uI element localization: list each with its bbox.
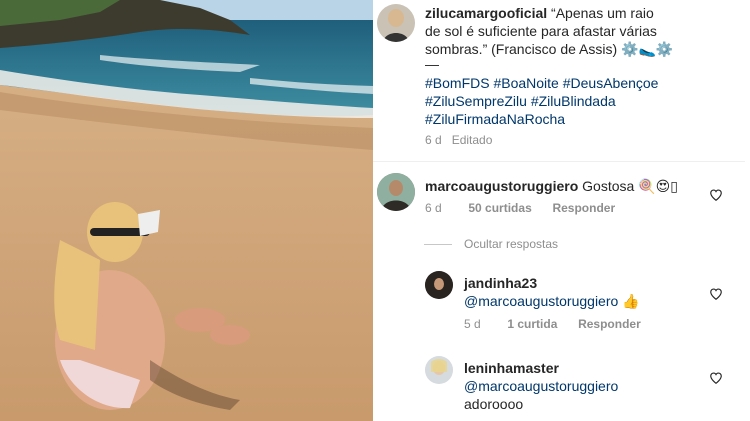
comment1-reply-button[interactable]: Responder bbox=[552, 201, 615, 215]
reply2: leninhamaster bbox=[464, 359, 559, 377]
caption: zilucamargooficial “Apenas um raio bbox=[425, 4, 745, 22]
caption-line3: sombras.” (Francisco de Assis) ⚙️🥿⚙️ bbox=[425, 41, 674, 57]
avatar-image bbox=[425, 356, 453, 384]
comment1-meta: 6 d 50 curtidas Responder bbox=[425, 201, 615, 215]
reply1-body: @marcoaugustoruggiero 👍 bbox=[464, 292, 640, 310]
reply1-reply-button[interactable]: Responder bbox=[578, 317, 641, 331]
caption-username[interactable]: zilucamargooficial bbox=[425, 5, 547, 21]
avatar[interactable] bbox=[377, 173, 415, 211]
avatar[interactable] bbox=[425, 356, 453, 384]
comment1: marcoaugustoruggiero Gostosa 🍭😍▯ bbox=[425, 177, 678, 195]
avatar-image bbox=[425, 271, 453, 299]
caption-edited: Editado bbox=[451, 133, 493, 147]
avatar-image bbox=[377, 173, 415, 211]
heart-icon[interactable] bbox=[709, 188, 723, 202]
reply1-mention[interactable]: @marcoaugustoruggiero bbox=[464, 293, 618, 309]
caption-dash: — bbox=[425, 56, 439, 72]
caption-hashtags-1[interactable]: #BomFDS #BoaNoite #DeusAbençoe bbox=[425, 74, 658, 92]
divider bbox=[373, 161, 745, 162]
reply1-likes[interactable]: 1 curtida bbox=[507, 317, 557, 331]
hide-replies-button[interactable]: Ocultar respostas bbox=[464, 237, 558, 251]
replies-divider bbox=[424, 244, 452, 245]
avatar[interactable] bbox=[377, 4, 415, 42]
caption-hashtags-3[interactable]: #ZiluFirmadaNaRocha bbox=[425, 110, 565, 128]
avatar-image bbox=[377, 4, 415, 42]
reply1: jandinha23 bbox=[464, 274, 537, 292]
heart-icon[interactable] bbox=[709, 287, 723, 301]
post-photo bbox=[0, 0, 373, 421]
caption-line1: “Apenas um raio bbox=[551, 5, 654, 21]
caption-hashtags-2[interactable]: #ZiluSempreZilu #ZiluBlindada bbox=[425, 92, 616, 110]
beach-photo bbox=[0, 0, 373, 421]
reply2-username[interactable]: leninhamaster bbox=[464, 360, 559, 376]
heart-icon[interactable] bbox=[709, 371, 723, 385]
caption-line2: de sol é suficiente para afastar várias bbox=[425, 23, 657, 39]
caption-time: 6 d bbox=[425, 133, 442, 147]
reply2-body: @marcoaugustoruggiero bbox=[464, 377, 618, 395]
reply2-text: adoroooo bbox=[464, 396, 524, 412]
reply1-text: 👍 bbox=[622, 293, 640, 309]
reply2-mention[interactable]: @marcoaugustoruggiero bbox=[464, 378, 618, 394]
reply1-meta: 5 d 1 curtida Responder bbox=[464, 317, 641, 331]
comment1-text: Gostosa 🍭😍▯ bbox=[582, 178, 678, 194]
reply1-username[interactable]: jandinha23 bbox=[464, 275, 537, 291]
comment1-username[interactable]: marcoaugustoruggiero bbox=[425, 178, 578, 194]
comment1-likes[interactable]: 50 curtidas bbox=[468, 201, 531, 215]
comment1-time: 6 d bbox=[425, 201, 442, 215]
caption-meta: 6 d Editado bbox=[425, 133, 492, 147]
reply1-time: 5 d bbox=[464, 317, 481, 331]
avatar[interactable] bbox=[425, 271, 453, 299]
